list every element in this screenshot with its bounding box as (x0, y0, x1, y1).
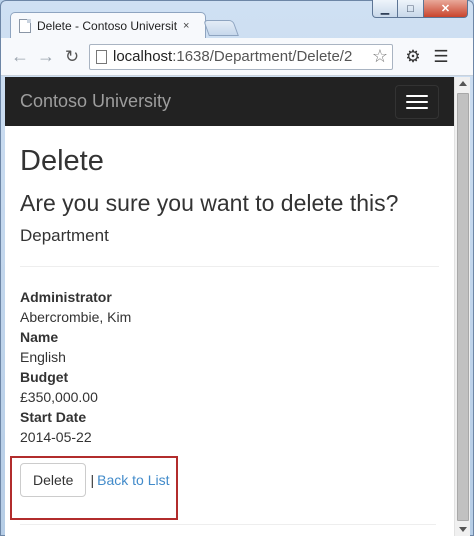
star-icon[interactable]: ☆ (368, 46, 392, 67)
window-controls: ▁ □ ✕ (372, 0, 468, 18)
page-icon (96, 49, 107, 64)
url-path: :1638/Department/Delete/2 (172, 48, 353, 65)
forward-arrow-icon[interactable]: → (33, 44, 59, 70)
divider (20, 266, 439, 267)
vertical-scrollbar[interactable] (454, 77, 470, 536)
page-viewport: Contoso University Delete Are you sure y… (5, 77, 454, 536)
site-navbar: Contoso University (5, 77, 454, 126)
field-value-name: English (20, 349, 66, 365)
site-brand[interactable]: Contoso University (20, 91, 171, 112)
scroll-up-icon[interactable] (459, 81, 467, 86)
field-value-start-date: 2014-05-22 (20, 429, 92, 445)
reload-icon[interactable]: ↻ (59, 44, 85, 70)
form-actions: Delete | Back to List (20, 463, 439, 497)
menu-icon[interactable]: ☰ (427, 44, 455, 70)
footer-divider (20, 524, 436, 525)
minimize-button[interactable]: ▁ (372, 0, 398, 18)
field-label-budget: Budget (20, 369, 69, 385)
address-bar[interactable]: localhost:1638/Department/Delete/2 ☆ (89, 43, 393, 70)
back-to-list-link[interactable]: Back to List (97, 472, 169, 488)
hamburger-bar-icon (406, 106, 428, 109)
url-host: localhost (113, 48, 173, 65)
hamburger-bar-icon (406, 100, 428, 103)
browser-toolbar: ← → ↻ localhost:1638/Department/Delete/2… (1, 38, 473, 76)
scroll-down-icon[interactable] (459, 527, 467, 532)
field-label-start-date: Start Date (20, 409, 87, 425)
back-arrow-icon[interactable]: ← (7, 44, 33, 70)
page-title: Delete (20, 145, 104, 177)
field-label-name: Name (20, 329, 59, 345)
tab-close-icon[interactable]: × (183, 20, 189, 32)
entity-heading: Department (20, 226, 109, 245)
gear-icon[interactable]: ⚙ (399, 44, 427, 70)
field-value-budget: £350,000.00 (20, 389, 98, 405)
page-favicon-icon (19, 18, 31, 33)
new-tab-button[interactable] (203, 20, 239, 36)
field-value-administrator: Abercrombie, Kim (20, 309, 132, 325)
tab-title: Delete - Contoso Universit (37, 18, 177, 33)
maximize-button[interactable]: □ (398, 0, 424, 18)
navbar-toggle-button[interactable] (395, 84, 439, 119)
separator: | (90, 472, 95, 488)
field-label-administrator: Administrator (20, 289, 112, 305)
delete-button[interactable]: Delete (20, 463, 87, 497)
close-window-button[interactable]: ✕ (424, 0, 468, 18)
url-text[interactable]: localhost:1638/Department/Delete/2 (113, 48, 368, 65)
main-content: Delete Are you sure you want to delete t… (5, 145, 454, 497)
confirm-question: Are you sure you want to delete this? (20, 190, 399, 216)
hamburger-bar-icon (406, 94, 428, 97)
scrollbar-thumb[interactable] (457, 93, 469, 521)
browser-tab[interactable]: Delete - Contoso Universit × (10, 12, 206, 38)
details-list: Administrator Abercrombie, Kim Name Engl… (20, 287, 439, 447)
